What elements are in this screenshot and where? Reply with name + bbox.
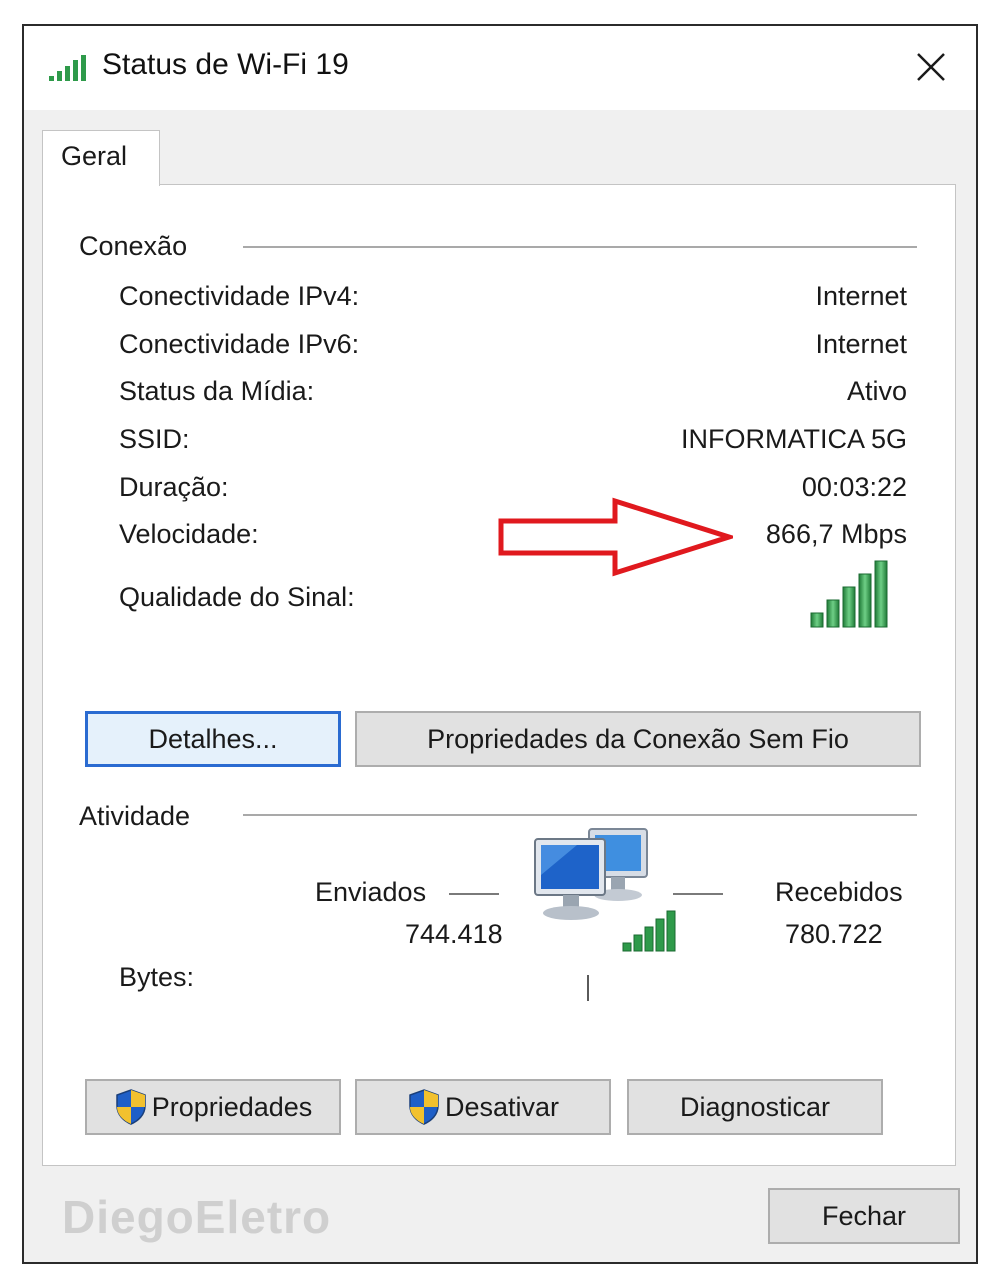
close-button[interactable] bbox=[906, 42, 956, 92]
signal-bar bbox=[874, 560, 888, 628]
network-computers-icon bbox=[534, 828, 676, 952]
ipv4-label: Conectividade IPv4: bbox=[119, 281, 360, 311]
close-icon bbox=[917, 53, 945, 81]
wireless-properties-button[interactable]: Propriedades da Conexão Sem Fio bbox=[355, 711, 921, 767]
title-bar: Status de Wi-Fi 19 bbox=[24, 26, 976, 110]
ipv4-value: Internet bbox=[815, 281, 907, 311]
signal-bar bbox=[842, 586, 856, 628]
received-connector-line bbox=[673, 893, 723, 895]
diagnose-button[interactable]: Diagnosticar bbox=[627, 1079, 883, 1135]
section-divider bbox=[243, 814, 917, 816]
activity-divider bbox=[587, 975, 589, 1001]
red-arrow-annotation bbox=[498, 497, 733, 577]
shield-icon bbox=[409, 1089, 439, 1125]
duration-value: 00:03:22 bbox=[801, 472, 907, 502]
sent-connector-line bbox=[449, 893, 499, 895]
signal-bar bbox=[666, 910, 676, 952]
signal-quality-label: Qualidade do Sinal: bbox=[119, 582, 355, 612]
sent-label: Enviados bbox=[315, 877, 427, 907]
signal-bar bbox=[655, 918, 665, 952]
tab-geral[interactable]: Geral bbox=[42, 130, 160, 186]
speed-value: 866,7 Mbps bbox=[765, 519, 907, 549]
wifi-signal-icon bbox=[49, 55, 86, 81]
duration-label: Duração: bbox=[119, 472, 229, 502]
disable-button-label: Desativar bbox=[444, 1091, 560, 1122]
window-title: Status de Wi-Fi 19 bbox=[102, 48, 349, 81]
signal-bar bbox=[644, 926, 654, 952]
section-title-conexao: Conexão bbox=[79, 231, 188, 261]
media-status-value: Ativo bbox=[846, 376, 907, 406]
section-title-atividade: Atividade bbox=[79, 801, 191, 831]
signal-bar bbox=[826, 599, 840, 628]
close-dialog-button[interactable]: Fechar bbox=[768, 1188, 960, 1244]
bytes-sent-value: 744.418 bbox=[405, 919, 503, 949]
media-status-label: Status da Mídia: bbox=[119, 376, 315, 406]
ssid-label: SSID: bbox=[119, 424, 190, 454]
signal-bar bbox=[633, 934, 643, 952]
section-divider bbox=[243, 246, 917, 248]
details-button[interactable]: Detalhes... bbox=[85, 711, 341, 767]
shield-icon bbox=[115, 1089, 146, 1125]
signal-strength-icon bbox=[810, 560, 888, 628]
signal-bar bbox=[810, 612, 824, 628]
wifi-status-window: Status de Wi-Fi 19 Geral Conexão Conecti… bbox=[22, 24, 978, 1264]
properties-button-label: Propriedades bbox=[151, 1091, 313, 1122]
signal-bar bbox=[858, 573, 872, 628]
disable-button[interactable]: Desativar bbox=[355, 1079, 611, 1135]
ipv6-label: Conectividade IPv6: bbox=[119, 329, 360, 359]
ipv6-value: Internet bbox=[815, 329, 907, 359]
speed-label: Velocidade: bbox=[119, 519, 259, 549]
bytes-label: Bytes: bbox=[119, 962, 195, 992]
properties-button[interactable]: Propriedades bbox=[85, 1079, 341, 1135]
general-panel: Conexão Conectividade IPv4: Internet Con… bbox=[42, 184, 956, 1166]
watermark: DiegoEletro bbox=[62, 1191, 332, 1243]
received-label: Recebidos bbox=[775, 877, 903, 907]
signal-bar bbox=[622, 942, 632, 952]
ssid-value: INFORMATICA 5G bbox=[680, 424, 907, 454]
bytes-received-value: 780.722 bbox=[785, 919, 883, 949]
